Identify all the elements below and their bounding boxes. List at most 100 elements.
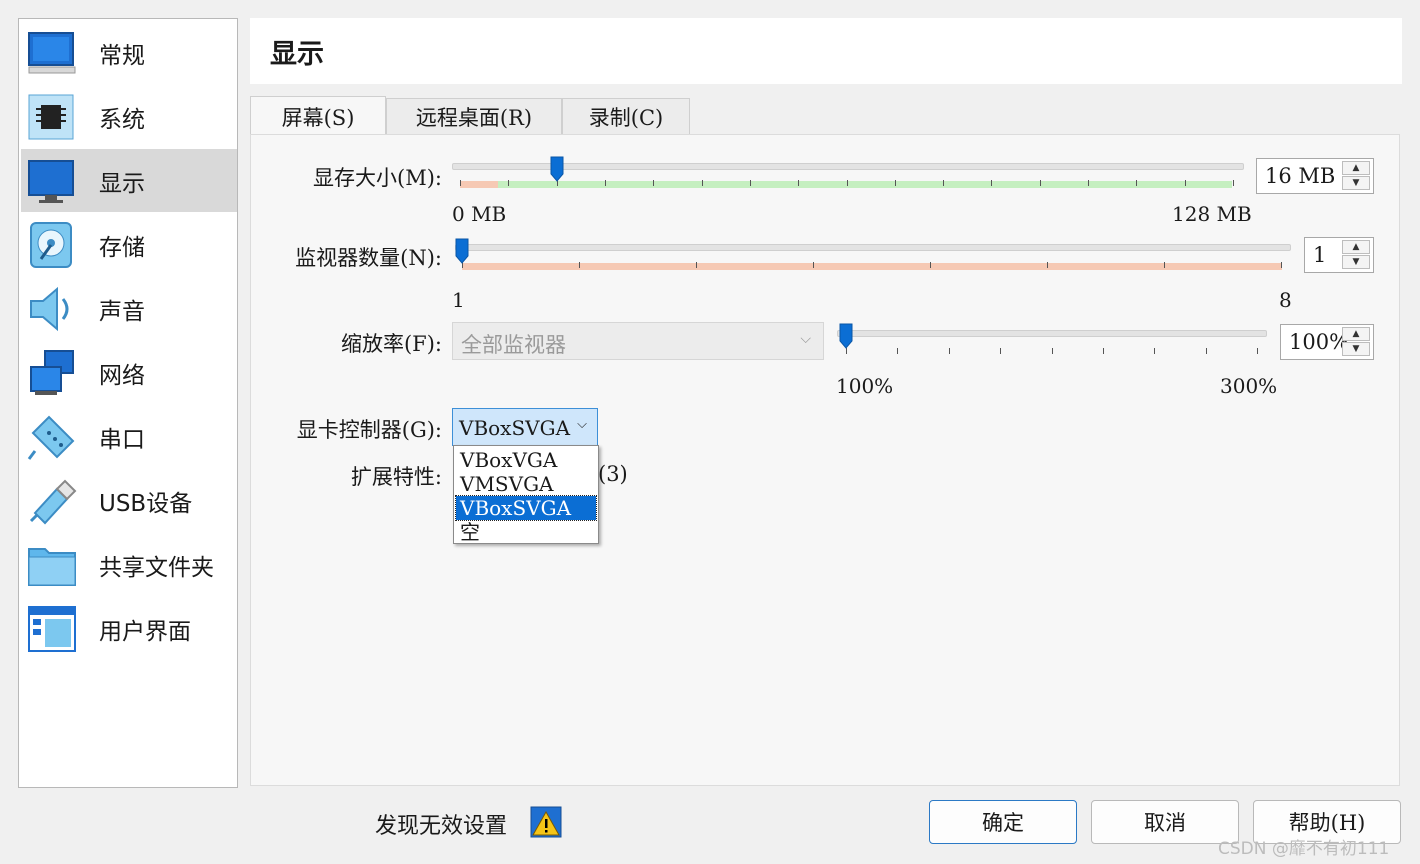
monitor-count-max-label: 8: [1279, 288, 1292, 312]
slider-tick: [846, 180, 848, 186]
scale-ticks: [846, 348, 1258, 356]
sidebar-item-audio[interactable]: 声音: [21, 277, 237, 340]
graphics-controller-dropdown-list: VBoxVGA VMSVGA VBoxSVGA 空: [453, 445, 599, 544]
video-memory-spinbox[interactable]: 16 MB ▲ ▼: [1256, 158, 1374, 194]
monitor-count-slider-thumb[interactable]: [455, 238, 469, 264]
sidebar-item-label: 系统: [99, 106, 145, 133]
video-memory-ticks: [460, 180, 1234, 188]
monitor-count-spinbox[interactable]: 1 ▲ ▼: [1304, 237, 1374, 273]
screen-tab-panel: [250, 134, 1400, 786]
page-header: 显示: [250, 18, 1402, 84]
sidebar-item-storage[interactable]: 存储: [21, 213, 237, 276]
serial-port-icon: [27, 415, 75, 460]
sidebar-item-usb[interactable]: USB设备: [21, 469, 237, 532]
disk-icon: [30, 222, 72, 268]
option-vmsvga[interactable]: VMSVGA: [456, 472, 596, 496]
option-vboxsvga[interactable]: VBoxSVGA: [455, 495, 597, 521]
slider-tick: [508, 180, 510, 186]
video-memory-value: 16 MB: [1265, 164, 1336, 188]
folder-icon: [28, 548, 76, 586]
slider-tick: [604, 180, 606, 186]
chevron-down-icon: ⌵: [577, 417, 587, 432]
video-memory-min-label: 0 MB: [452, 202, 507, 226]
graphics-controller-select[interactable]: VBoxSVGA ⌵: [452, 408, 598, 446]
slider-tick: [653, 180, 655, 186]
slider-tick: [1164, 262, 1165, 268]
scale-slider-track[interactable]: [837, 330, 1267, 337]
sidebar-item-display[interactable]: 显示: [21, 149, 237, 212]
slider-tick: [1281, 262, 1282, 268]
warning-icon[interactable]: [530, 806, 562, 838]
ok-button-label: 确定: [982, 811, 1024, 835]
sidebar-item-user-interface[interactable]: 用户界面: [21, 597, 237, 660]
slider-tick: [943, 180, 945, 186]
slider-tick: [948, 348, 950, 354]
sidebar-item-label: 存储: [99, 234, 145, 261]
tab-label: 录制(C): [588, 106, 664, 130]
spin-up-icon[interactable]: ▲: [1342, 240, 1370, 254]
spin-down-icon[interactable]: ▼: [1342, 255, 1370, 269]
scale-factor-label: 缩放率(F):: [340, 332, 442, 356]
network-icon: [30, 350, 74, 395]
sidebar-item-network[interactable]: 网络: [21, 341, 237, 404]
sidebar-item-label: 常规: [99, 42, 145, 69]
slider-tick: [1051, 348, 1053, 354]
video-memory-slider-thumb[interactable]: [550, 156, 564, 182]
monitor-count-value: 1: [1313, 243, 1327, 267]
tab-remote-desktop[interactable]: 远程桌面(R): [386, 98, 562, 135]
tab-recording[interactable]: 录制(C): [562, 98, 690, 135]
sidebar-item-label: USB设备: [99, 490, 193, 517]
user-interface-icon: [28, 606, 76, 652]
scale-slider-thumb[interactable]: [839, 323, 853, 349]
slider-tick: [894, 180, 896, 186]
page-title: 显示: [270, 39, 324, 70]
monitor-icon: [28, 160, 74, 203]
slider-tick: [991, 180, 993, 186]
graphics-controller-value: VBoxSVGA: [459, 416, 571, 440]
slider-tick: [1205, 348, 1207, 354]
slider-tick: [1088, 180, 1090, 186]
tab-label: 远程桌面(R): [415, 106, 533, 130]
slider-tick: [798, 180, 800, 186]
sidebar-item-general[interactable]: 常规: [21, 21, 237, 84]
option-none[interactable]: 空: [456, 520, 596, 544]
slider-tick: [1184, 180, 1186, 186]
scale-monitor-select-value: 全部监视器: [461, 333, 566, 357]
slider-tick: [1136, 180, 1138, 186]
slider-tick: [1102, 348, 1104, 354]
tab-label: 屏幕(S): [281, 105, 355, 130]
spin-down-icon[interactable]: ▼: [1342, 342, 1370, 356]
monitor-count-ticks: [462, 262, 1282, 270]
sidebar-item-label: 串口: [99, 426, 145, 453]
spin-down-icon[interactable]: ▼: [1342, 176, 1370, 190]
monitor-count-slider-track[interactable]: [455, 244, 1291, 251]
slider-tick: [930, 262, 931, 268]
graphics-controller-label: 显卡控制器(G):: [296, 418, 442, 442]
sidebar-item-label: 用户界面: [99, 618, 191, 645]
cancel-button[interactable]: 取消: [1091, 800, 1239, 844]
sidebar-item-label: 显示: [99, 170, 145, 197]
spin-up-icon[interactable]: ▲: [1342, 161, 1370, 175]
settings-sidebar: 常规 系统 显示 存储 声音 网络 串口 USB设备 共享文件夹 用户界面: [18, 18, 238, 788]
slider-tick: [1039, 180, 1041, 186]
spin-up-icon[interactable]: ▲: [1342, 327, 1370, 341]
sidebar-item-shared-folders[interactable]: 共享文件夹: [21, 533, 237, 596]
slider-tick: [460, 180, 461, 186]
slider-tick: [1154, 348, 1156, 354]
ok-button[interactable]: 确定: [929, 800, 1077, 844]
slider-tick: [1257, 348, 1258, 354]
option-vboxvga[interactable]: VBoxVGA: [456, 448, 596, 472]
scale-spinbox[interactable]: 100% ▲ ▼: [1280, 324, 1374, 360]
tab-screen[interactable]: 屏幕(S): [250, 96, 386, 136]
scale-value: 100%: [1289, 330, 1350, 354]
sidebar-item-serial[interactable]: 串口: [21, 405, 237, 468]
help-button-label: 帮助(H): [1288, 811, 1366, 835]
slider-tick: [701, 180, 703, 186]
slider-tick: [1233, 180, 1234, 186]
sidebar-item-system[interactable]: 系统: [21, 85, 237, 148]
video-memory-slider-track[interactable]: [452, 163, 1244, 170]
sidebar-item-label: 共享文件夹: [99, 554, 214, 581]
video-memory-max-label: 128 MB: [1172, 202, 1252, 226]
chevron-down-icon: ⌵: [800, 331, 811, 347]
video-memory-label: 显存大小(M):: [313, 166, 442, 190]
